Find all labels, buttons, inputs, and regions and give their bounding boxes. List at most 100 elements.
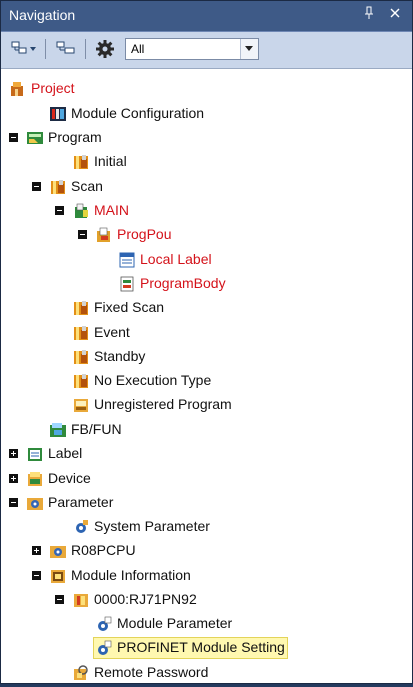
tree-item-label: Program <box>48 129 102 145</box>
tree-item-label: Label <box>48 445 83 461</box>
collapse-node-icon[interactable] <box>32 182 41 191</box>
tree-item-0000-rj71pn92[interactable]: 0000:RJ71PN92 <box>1 588 412 612</box>
filter-select[interactable]: All <box>125 38 259 60</box>
tree-item-label: ProgramBody <box>140 275 226 291</box>
tree-item-label: Initial <box>94 153 127 169</box>
program-folder-icon <box>72 348 90 366</box>
expand-tree-icon[interactable] <box>9 38 39 60</box>
expand-node-icon[interactable] <box>9 474 18 483</box>
panel-titlebar: Navigation <box>1 1 412 32</box>
module-configuration-icon <box>49 105 67 123</box>
tree-item-label: 0000:RJ71PN92 <box>94 591 197 607</box>
collapse-tree-icon[interactable] <box>53 38 79 60</box>
pou-icon <box>95 226 113 244</box>
tree-item-scan[interactable]: Scan <box>1 175 412 199</box>
chevron-down-icon[interactable] <box>240 39 258 59</box>
tree-item-label: FB/FUN <box>71 421 122 437</box>
program-icon <box>26 129 44 147</box>
collapse-node-icon[interactable] <box>78 230 87 239</box>
tree-item-r08pcpu[interactable]: R08PCPU <box>1 539 412 563</box>
tree-item-module-configuration[interactable]: Module Configuration <box>1 102 412 126</box>
tree-item-fb-fun[interactable]: FB/FUN <box>1 418 412 442</box>
parameter-icon <box>26 494 44 512</box>
tree-item-label[interactable]: Label <box>1 442 412 466</box>
collapse-node-icon[interactable] <box>9 133 18 142</box>
tree-item-label: PROFINET Module Setting <box>117 639 285 655</box>
tree-item-progpou[interactable]: ProgPou <box>1 223 412 247</box>
tree-item-label: ProgPou <box>117 226 172 242</box>
tree-item-label: Project <box>31 80 75 96</box>
module-icon <box>72 591 90 609</box>
project-tree: Project Module Configuration Program Initia… <box>1 69 412 683</box>
program-folder-icon <box>72 372 90 390</box>
expand-node-icon[interactable] <box>32 546 41 555</box>
navigation-toolbar: All <box>1 32 412 69</box>
label-icon <box>26 445 44 463</box>
local-label-icon <box>118 251 136 269</box>
toolbar-separator <box>85 39 86 59</box>
project-icon <box>9 80 27 98</box>
program-file-icon <box>72 202 90 220</box>
tree-item-label: R08PCPU <box>71 542 136 558</box>
close-icon[interactable] <box>390 5 400 21</box>
tree-item-label: Fixed Scan <box>94 299 165 315</box>
tree-item-project[interactable]: Project <box>1 77 412 101</box>
tree-item-profinet-module-setting[interactable]: PROFINET Module Setting <box>1 636 412 660</box>
tree-item-label: MAIN <box>94 202 129 218</box>
navigation-panel: Navigation All Project Module Configurat… <box>0 0 413 684</box>
expand-node-icon[interactable] <box>9 449 18 458</box>
module-parameter-icon <box>95 615 113 633</box>
tree-item-label: Parameter <box>48 494 114 510</box>
tree-item-label: Module Configuration <box>71 105 205 121</box>
cpu-parameter-icon <box>49 542 67 560</box>
program-folder-icon <box>72 153 90 171</box>
tree-item-remote-password[interactable]: Remote Password <box>1 661 412 685</box>
tree-item-label: Unregistered Program <box>94 396 232 412</box>
device-icon <box>26 470 44 488</box>
filter-select-value: All <box>131 42 145 56</box>
system-parameter-icon <box>72 518 90 536</box>
tree-item-fixed-scan[interactable]: Fixed Scan <box>1 296 412 320</box>
collapse-node-icon[interactable] <box>32 571 41 580</box>
fb-fun-icon <box>49 421 67 439</box>
tree-item-label: Module Parameter <box>117 615 233 631</box>
tree-item-label: System Parameter <box>94 518 210 534</box>
tree-item-no-execution-type[interactable]: No Execution Type <box>1 369 412 393</box>
tree-item-program[interactable]: Program <box>1 126 412 150</box>
tree-item-initial[interactable]: Initial <box>1 150 412 174</box>
collapse-node-icon[interactable] <box>55 206 64 215</box>
tree-item-programbody[interactable]: ProgramBody <box>1 272 412 296</box>
pin-icon[interactable] <box>364 6 374 23</box>
tree-item-event[interactable]: Event <box>1 321 412 345</box>
tree-item-local-label[interactable]: Local Label <box>1 248 412 272</box>
tree-item-label: No Execution Type <box>94 372 212 388</box>
tree-item-system-parameter[interactable]: System Parameter <box>1 515 412 539</box>
tree-item-label: Event <box>94 324 130 340</box>
tree-item-main[interactable]: MAIN <box>1 199 412 223</box>
tree-item-module-information[interactable]: Module Information <box>1 564 412 588</box>
program-folder-icon <box>72 324 90 342</box>
program-folder-icon <box>72 299 90 317</box>
collapse-node-icon[interactable] <box>9 498 18 507</box>
program-body-icon <box>118 275 136 293</box>
program-folder-icon <box>49 178 67 196</box>
tree-item-label: Standby <box>94 348 146 364</box>
tree-item-label: Device <box>48 470 91 486</box>
panel-title: Navigation <box>9 7 76 23</box>
gear-icon[interactable] <box>93 38 117 60</box>
tree-item-label: Scan <box>71 178 103 194</box>
tree-item-label: Remote Password <box>94 664 209 680</box>
unregistered-program-icon <box>72 396 90 414</box>
tree-item-unregistered-program[interactable]: Unregistered Program <box>1 393 412 417</box>
tree-item-label: Local Label <box>140 251 212 267</box>
profinet-setting-icon <box>95 639 113 657</box>
toolbar-separator <box>45 39 46 59</box>
module-information-icon <box>49 567 67 585</box>
tree-item-standby[interactable]: Standby <box>1 345 412 369</box>
tree-item-module-parameter[interactable]: Module Parameter <box>1 612 412 636</box>
tree-item-parameter[interactable]: Parameter <box>1 491 412 515</box>
tree-item-device[interactable]: Device <box>1 467 412 491</box>
collapse-node-icon[interactable] <box>55 595 64 604</box>
remote-password-icon <box>72 664 90 682</box>
tree-item-label: Module Information <box>71 567 191 583</box>
